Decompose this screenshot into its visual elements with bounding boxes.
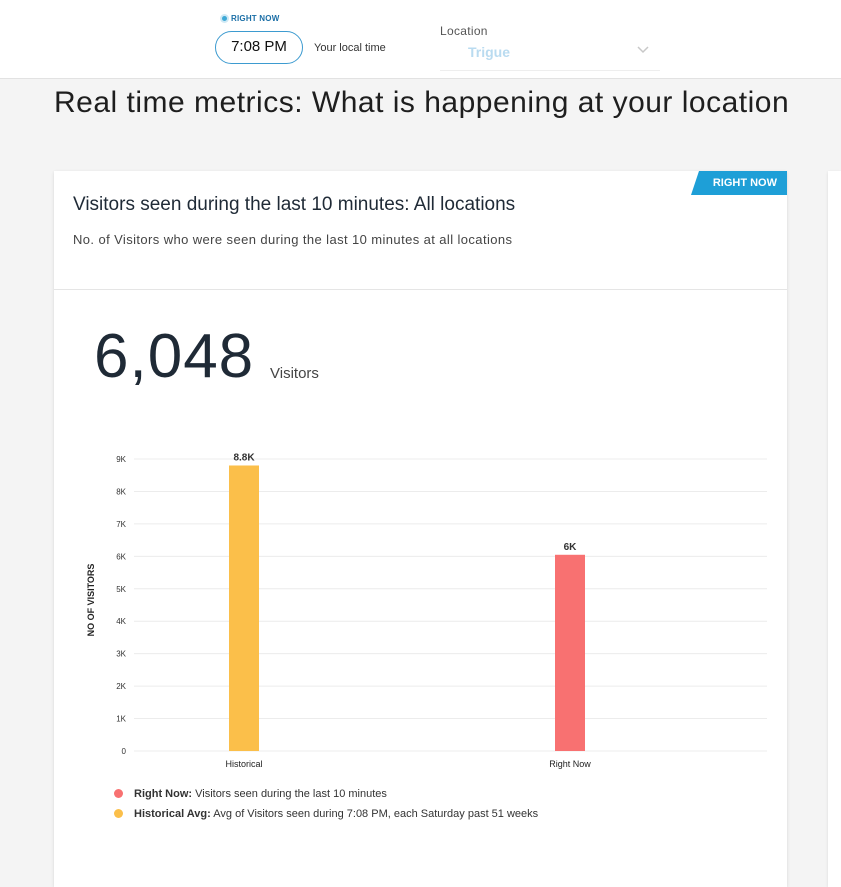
y-tick-label: 6K <box>116 552 126 561</box>
legend-swatch-historical <box>114 809 123 818</box>
y-tick-label: 2K <box>116 682 126 691</box>
next-card-edge <box>828 171 841 887</box>
legend-key-right-now: Right Now: <box>134 788 193 800</box>
legend-item-historical: Historical Avg: Avg of Visitors seen dur… <box>114 804 538 824</box>
legend-key-historical: Historical Avg: <box>134 808 211 820</box>
legend-text-right-now: Visitors seen during the last 10 minutes <box>195 788 387 800</box>
legend-item-right-now: Right Now: Visitors seen during the last… <box>114 784 538 804</box>
live-dot-icon <box>222 16 227 22</box>
location-value: Trigue <box>468 44 511 60</box>
bar-0 <box>229 465 259 751</box>
location-label: Location <box>440 24 488 38</box>
y-tick-label: 9K <box>116 455 126 464</box>
x-tick-label: Historical <box>225 759 262 769</box>
y-axis-label: NO OF VISITORS <box>86 564 96 637</box>
y-tick-label: 0 <box>122 747 127 756</box>
page-title: Real time metrics: What is happening at … <box>54 86 790 119</box>
chevron-down-icon <box>636 42 650 61</box>
x-tick-label: Right Now <box>549 759 591 769</box>
bar-1 <box>555 554 585 751</box>
y-tick-label: 1K <box>116 715 126 724</box>
visitors-card: RIGHT NOW Visitors seen during the last … <box>54 171 787 887</box>
chart-legend: Right Now: Visitors seen during the last… <box>114 784 538 824</box>
local-time-label: Your local time <box>314 42 386 54</box>
visitors-bar-chart: 0 1K 2K 3K 4K 5K 6K 7K 8K 9K NO OF VISITORS 8.8K His… <box>86 452 767 769</box>
bar-data-label: 6K <box>564 542 578 553</box>
y-tick-label: 7K <box>116 520 126 529</box>
right-now-indicator: RIGHT NOW <box>222 14 279 23</box>
location-dropdown[interactable]: Trigue <box>440 40 660 71</box>
right-now-label: RIGHT NOW <box>231 14 280 23</box>
y-tick-label: 5K <box>116 585 126 594</box>
legend-text-historical: Avg of Visitors seen during 7:08 PM, eac… <box>213 808 539 820</box>
legend-swatch-right-now <box>114 789 123 798</box>
bar-data-label: 8.8K <box>233 452 255 463</box>
y-tick-label: 3K <box>116 650 126 659</box>
time-selector[interactable]: 7:08 PM <box>215 31 303 64</box>
y-tick-label: 8K <box>116 487 126 496</box>
top-bar: RIGHT NOW 7:08 PM Your local time Locati… <box>0 0 841 79</box>
y-tick-label: 4K <box>116 617 126 626</box>
